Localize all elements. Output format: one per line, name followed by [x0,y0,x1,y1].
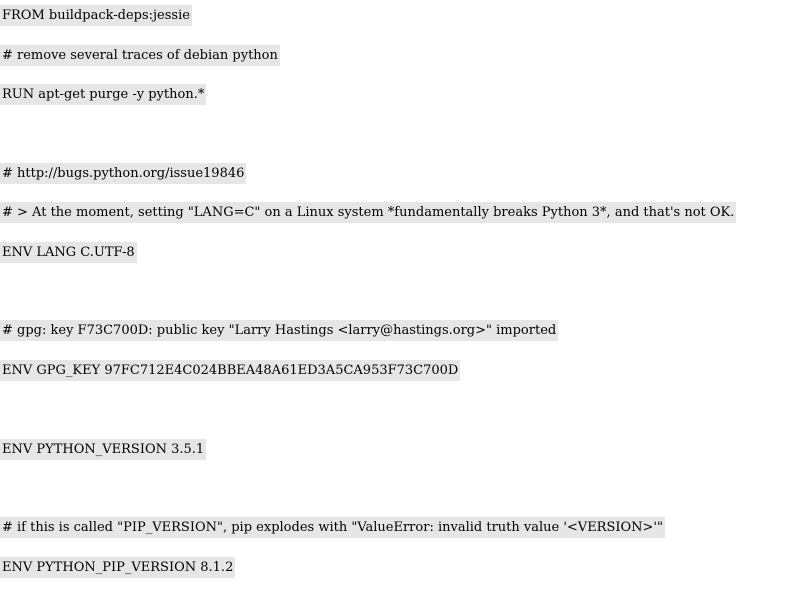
comment-line-gpg-key: # gpg: key F73C700D: public key "Larry H… [0,320,559,341]
code-line-env-pip-version: ENV PYTHON_PIP_VERSION 8.1.2 [0,557,236,578]
comment-line-lang-note: # > At the moment, setting "LANG=C" on a… [0,202,737,223]
code-line-from: FROM buildpack-deps:jessie [0,5,192,26]
comment-line-remove-traces: # remove several traces of debian python [0,45,280,66]
comment-line-bugs-url: # http://bugs.python.org/issue19846 [0,163,247,184]
code-line-env-lang: ENV LANG C.UTF-8 [0,242,137,263]
code-line-run-apt-get: RUN apt-get purge -y python.* [0,84,207,105]
comment-line-pip-version: # if this is called "PIP_VERSION", pip e… [0,517,665,538]
code-line-env-gpg-key: ENV GPG_KEY 97FC712E4C024BBEA48A61ED3A5C… [0,360,461,381]
code-line-env-python-version: ENV PYTHON_VERSION 3.5.1 [0,439,207,460]
